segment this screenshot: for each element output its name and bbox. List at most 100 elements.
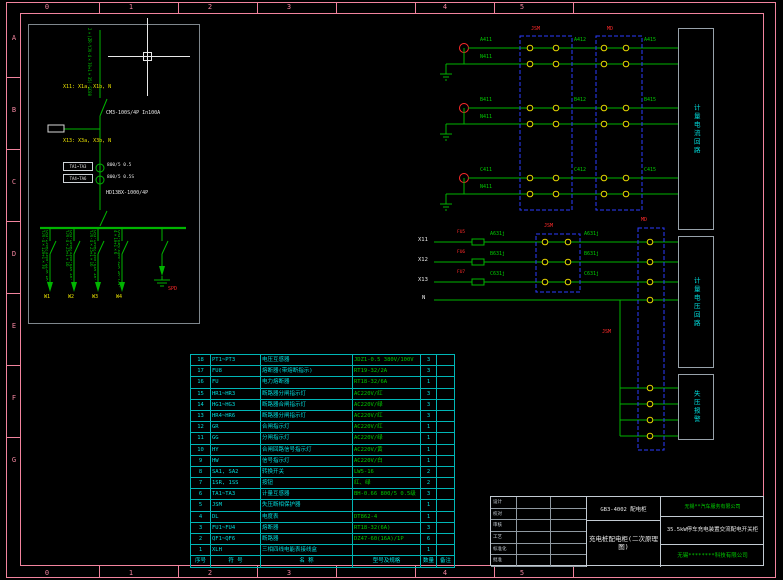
bom-row: 6 TA1~TA3 计量互感器 BH-0.66 800/5 0.5级 3	[191, 489, 455, 501]
bom-name: 计量互感器	[261, 489, 353, 501]
sign-label: 校对	[491, 508, 517, 520]
sign-name-cell	[517, 520, 551, 531]
bom-no: 4	[191, 511, 211, 523]
bom-model: DZ47-60(16A)/1P	[353, 534, 421, 546]
feeder1-spec: CM3-250M/3300-225A ZR-YJV-4×120+1×70	[41, 230, 48, 283]
wire-label: A412	[574, 37, 587, 43]
ct-group1-box: TA1~TA3	[63, 162, 93, 171]
bom-no: 2	[191, 534, 211, 546]
bom-no: 17	[191, 366, 211, 378]
bom-row: 15 HR1~HR3 断路器分闸指示灯 AC220V/红 3	[191, 388, 455, 400]
bom-row: 2 QF1~QF6 断路器 DZ47-60(16A)/1P 6	[191, 534, 455, 546]
bom-model: AC220V/绿	[353, 433, 421, 445]
bom-no: 16	[191, 377, 211, 389]
cad-sheet[interactable]: 012345 012345 ABCDEFG 2×(ZR-YJV-4×70+1×3…	[0, 0, 783, 580]
bom-note	[437, 433, 455, 445]
bom-note	[437, 534, 455, 546]
bom-no: 9	[191, 455, 211, 467]
bom-qty: 1	[421, 455, 437, 467]
feeder4-spec: CM3-63M/3300-32A ZR-YJV-4×10+1×6	[113, 230, 120, 288]
bom-note	[437, 466, 455, 479]
bom-model: LW5-16	[353, 466, 421, 479]
metering-voltage-circuit-label: 计量电压回路	[692, 276, 701, 328]
bom-sym: HW	[211, 455, 261, 467]
sign-label: 工艺	[491, 531, 517, 543]
bom-model: AC220V/绿	[353, 399, 421, 411]
wire-label: C415	[644, 167, 657, 173]
bom-header-row: 序号 符 号 名 称 型号及规格 数量 备注	[191, 556, 455, 568]
wire-label: B411	[480, 97, 493, 103]
bom-qty: 1	[421, 444, 437, 456]
product-code: GB3-4002 配电柜	[587, 497, 660, 521]
fuse-label: FU6	[457, 250, 466, 255]
sign-date-cell	[551, 497, 586, 508]
bom-note	[437, 478, 455, 490]
bom-qty: 3	[421, 522, 437, 534]
sign-label: 批准	[491, 555, 517, 566]
fuse-label: FU7	[457, 270, 466, 275]
metering-current-circuit-box: 计量电流回路	[678, 28, 714, 230]
bom-row: 17 FU8 熔断器(带熔断指示) RT19-32/2A 3	[191, 366, 455, 378]
bom-qty: 1	[421, 422, 437, 434]
bom-note	[437, 455, 455, 467]
bom-name: 断路器分闸指示灯	[261, 410, 353, 423]
wire-label: A631j	[584, 231, 600, 237]
bom-row: 9 HW 信号指示灯 AC220V/白 1	[191, 455, 455, 467]
bom-sym: GG	[211, 433, 261, 445]
bom-name: 分闸指示灯	[261, 433, 353, 445]
company-name: 无锡********科技有限公司	[677, 552, 748, 559]
bom-name: 信号指示灯	[261, 455, 353, 467]
wire-label: N411	[480, 54, 493, 60]
bom-name: 电度表	[261, 511, 353, 523]
bom-row: 4 DL 电度表 DT862-4 1	[191, 511, 455, 523]
bom-name: 电压互感器	[261, 355, 353, 367]
bom-no: 13	[191, 410, 211, 423]
bom-name: 失压断相保护器	[261, 500, 353, 512]
wire-label: C631j	[584, 271, 600, 277]
bom-qty: 3	[421, 366, 437, 378]
sign-label: 标准化	[491, 543, 517, 555]
bom-no: 6	[191, 489, 211, 501]
bom-qty: 3	[421, 355, 437, 367]
pt-terminal-label: N	[422, 295, 426, 301]
bom-sym: GR	[211, 422, 261, 434]
bom-qty: 1	[421, 511, 437, 523]
sign-label: 审核	[491, 520, 517, 531]
bom-model	[353, 545, 421, 557]
wire-label: N411	[480, 114, 493, 120]
sign-row: 校对	[491, 508, 586, 521]
spd-label: SPD	[168, 286, 178, 292]
bom-qty: 3	[421, 388, 437, 400]
bom-no: 7	[191, 478, 211, 490]
bom-note	[437, 444, 455, 456]
bom-model: AC220V/红	[353, 388, 421, 400]
title-block-right: 无锡**汽车服务有限公司 35.5kW停车充电装置交流配电开关柜 无锡*****…	[661, 497, 764, 567]
bom-qty: 3	[421, 399, 437, 411]
voltage-relay-label: JSM	[602, 329, 612, 335]
bom-header-note: 备注	[437, 556, 455, 568]
pt-terminal-label: X13	[418, 277, 428, 283]
bom-qty: 2	[421, 478, 437, 490]
bom-model: DT862-4	[353, 511, 421, 523]
bom-sym: 1SR, 1SS	[211, 478, 261, 490]
wire-label: C411	[480, 167, 493, 173]
sign-row: 批准	[491, 555, 586, 567]
bom-qty: 1	[421, 545, 437, 557]
bom-model: RT18-32/6A	[353, 377, 421, 389]
sign-date-cell	[551, 544, 586, 555]
project-name: 35.5kW停车充电装置交流配电开关柜	[661, 517, 764, 545]
sign-date-cell	[551, 555, 586, 566]
bom-no: 18	[191, 355, 211, 367]
bom-header-qty: 数量	[421, 556, 437, 568]
bom-qty: 3	[421, 410, 437, 423]
bom-model: BH-0.66 800/5 0.5级	[353, 489, 421, 501]
bom-header-name: 名 称	[261, 556, 353, 568]
bom-sym: XLH	[211, 545, 261, 557]
bom-row: 16 FU 电力熔断器 RT18-32/6A 1	[191, 377, 455, 389]
bom-row: 1 XLH 三相四线电能表接线盒 1	[191, 545, 455, 557]
sign-name-cell	[517, 531, 551, 543]
bom-note	[437, 355, 455, 367]
fuse-label: FU5	[457, 230, 466, 235]
sign-date-cell	[551, 520, 586, 531]
sign-row: 工艺	[491, 531, 586, 544]
